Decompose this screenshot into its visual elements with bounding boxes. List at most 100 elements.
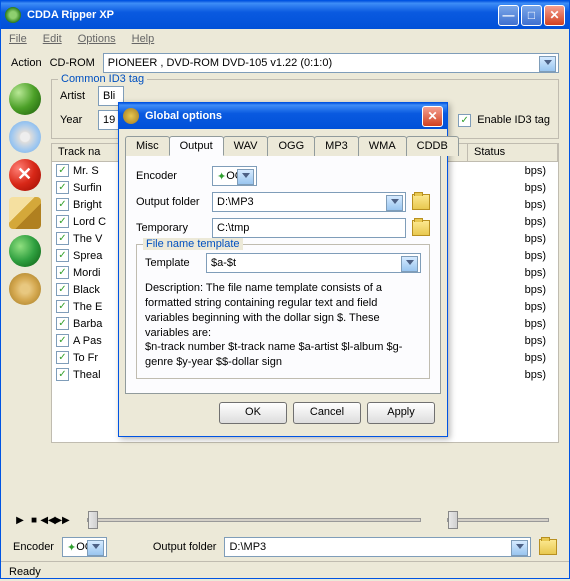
template-description: Description: The file name template cons… <box>145 281 421 370</box>
drive-value: PIONEER , DVD-ROM DVD-105 v1.22 (0:1:0) <box>108 57 332 69</box>
modal-encoder-combo[interactable]: ✦ OGG <box>212 166 257 186</box>
id3-legend: Common ID3 tag <box>58 73 147 85</box>
cddb-icon[interactable] <box>9 235 41 267</box>
outputfolder-value: D:\MP3 <box>229 541 266 553</box>
tab-strip: Misc Output WAV OGG MP3 WMA CDDB <box>125 135 441 156</box>
track-bitrate: bps) <box>525 318 554 330</box>
enable-id3-label: Enable ID3 tag <box>477 114 550 126</box>
tab-output[interactable]: Output <box>169 136 224 156</box>
app-icon <box>5 7 21 23</box>
browse-output-icon[interactable] <box>412 194 430 210</box>
tab-misc[interactable]: Misc <box>125 136 170 156</box>
menu-file[interactable]: File <box>9 33 27 45</box>
modal-output-combo[interactable]: D:\MP3 <box>212 192 406 212</box>
ok-button[interactable]: OK <box>219 402 287 424</box>
action-label: Action <box>11 57 42 69</box>
prev-button[interactable]: ◀◀ <box>41 513 55 527</box>
artist-label: Artist <box>60 90 92 102</box>
track-checkbox[interactable] <box>56 334 69 347</box>
encoder-label: Encoder <box>13 541 54 553</box>
chevron-down-icon <box>92 544 100 549</box>
track-checkbox[interactable] <box>56 181 69 194</box>
chevron-down-icon <box>406 260 414 265</box>
titlebar[interactable]: CDDA Ripper XP — □ ✕ <box>1 1 569 29</box>
encoder-combo[interactable]: ✦ OGG <box>62 537 107 557</box>
volume-slider[interactable] <box>447 518 549 522</box>
track-bitrate: bps) <box>525 182 554 194</box>
window-title: CDDA Ripper XP <box>27 9 498 21</box>
close-button[interactable]: ✕ <box>544 5 565 26</box>
chevron-down-icon <box>391 199 399 204</box>
track-checkbox[interactable] <box>56 249 69 262</box>
track-checkbox[interactable] <box>56 317 69 330</box>
next-button[interactable]: ▶▶ <box>55 513 69 527</box>
menu-options[interactable]: Options <box>78 33 116 45</box>
track-checkbox[interactable] <box>56 351 69 364</box>
chevron-down-icon <box>516 544 524 549</box>
rip-icon[interactable] <box>9 83 41 115</box>
track-bitrate: bps) <box>525 267 554 279</box>
slider-thumb[interactable] <box>88 511 98 529</box>
dialog-close-button[interactable]: ✕ <box>422 106 443 127</box>
tab-cddb[interactable]: CDDB <box>406 136 459 156</box>
track-bitrate: bps) <box>525 233 554 245</box>
header-status[interactable]: Status <box>468 144 558 161</box>
track-bitrate: bps) <box>525 352 554 364</box>
modal-temp-label: Temporary <box>136 222 206 234</box>
cd-icon[interactable] <box>9 121 41 153</box>
ogg-icon: ✦ <box>67 541 76 554</box>
template-fieldset: File name template Template $a-$t Descri… <box>136 244 430 379</box>
slider-thumb[interactable] <box>448 511 458 529</box>
browse-temp-icon[interactable] <box>412 220 430 236</box>
browse-folder-icon[interactable] <box>539 539 557 555</box>
ogg-icon: ✦ <box>217 170 226 183</box>
settings-icon[interactable] <box>9 273 41 305</box>
modal-encoder-label: Encoder <box>136 170 206 182</box>
play-button[interactable]: ▶ <box>13 513 27 527</box>
track-bitrate: bps) <box>525 165 554 177</box>
tab-mp3[interactable]: MP3 <box>314 136 359 156</box>
menu-edit[interactable]: Edit <box>43 33 62 45</box>
track-bitrate: bps) <box>525 250 554 262</box>
stop-button[interactable]: ■ <box>27 513 41 527</box>
minimize-button[interactable]: — <box>498 5 519 26</box>
edit-icon[interactable] <box>9 197 41 229</box>
chevron-down-icon <box>544 60 552 65</box>
track-checkbox[interactable] <box>56 198 69 211</box>
track-bitrate: bps) <box>525 301 554 313</box>
global-options-dialog: Global options ✕ Misc Output WAV OGG MP3… <box>118 102 448 437</box>
gear-icon <box>123 108 139 124</box>
track-bitrate: bps) <box>525 199 554 211</box>
modal-temp-input[interactable] <box>212 218 406 238</box>
template-legend: File name template <box>143 238 243 250</box>
year-label: Year <box>60 114 92 126</box>
template-combo[interactable]: $a-$t <box>206 253 421 273</box>
track-bitrate: bps) <box>525 216 554 228</box>
template-label: Template <box>145 257 200 269</box>
menu-help[interactable]: Help <box>132 33 155 45</box>
chevron-down-icon <box>242 173 250 178</box>
outputfolder-combo[interactable]: D:\MP3 <box>224 537 531 557</box>
track-checkbox[interactable] <box>56 164 69 177</box>
track-bitrate: bps) <box>525 335 554 347</box>
maximize-button[interactable]: □ <box>521 5 542 26</box>
drive-combo[interactable]: PIONEER , DVD-ROM DVD-105 v1.22 (0:1:0) <box>103 53 559 73</box>
apply-button[interactable]: Apply <box>367 402 435 424</box>
track-bitrate: bps) <box>525 284 554 296</box>
track-checkbox[interactable] <box>56 215 69 228</box>
track-checkbox[interactable] <box>56 283 69 296</box>
cancel-button[interactable]: Cancel <box>293 402 361 424</box>
bottom-bar: Encoder ✦ OGG Output folder D:\MP3 <box>1 533 569 561</box>
tab-ogg[interactable]: OGG <box>267 136 315 156</box>
stop-icon[interactable] <box>9 159 41 191</box>
position-slider[interactable] <box>87 518 421 522</box>
track-checkbox[interactable] <box>56 300 69 313</box>
tab-wma[interactable]: WMA <box>358 136 407 156</box>
toolbar <box>9 79 47 503</box>
track-checkbox[interactable] <box>56 266 69 279</box>
dialog-titlebar[interactable]: Global options ✕ <box>119 103 447 129</box>
track-checkbox[interactable] <box>56 368 69 381</box>
enable-id3-checkbox[interactable] <box>458 114 471 127</box>
tab-wav[interactable]: WAV <box>223 136 269 156</box>
track-checkbox[interactable] <box>56 232 69 245</box>
